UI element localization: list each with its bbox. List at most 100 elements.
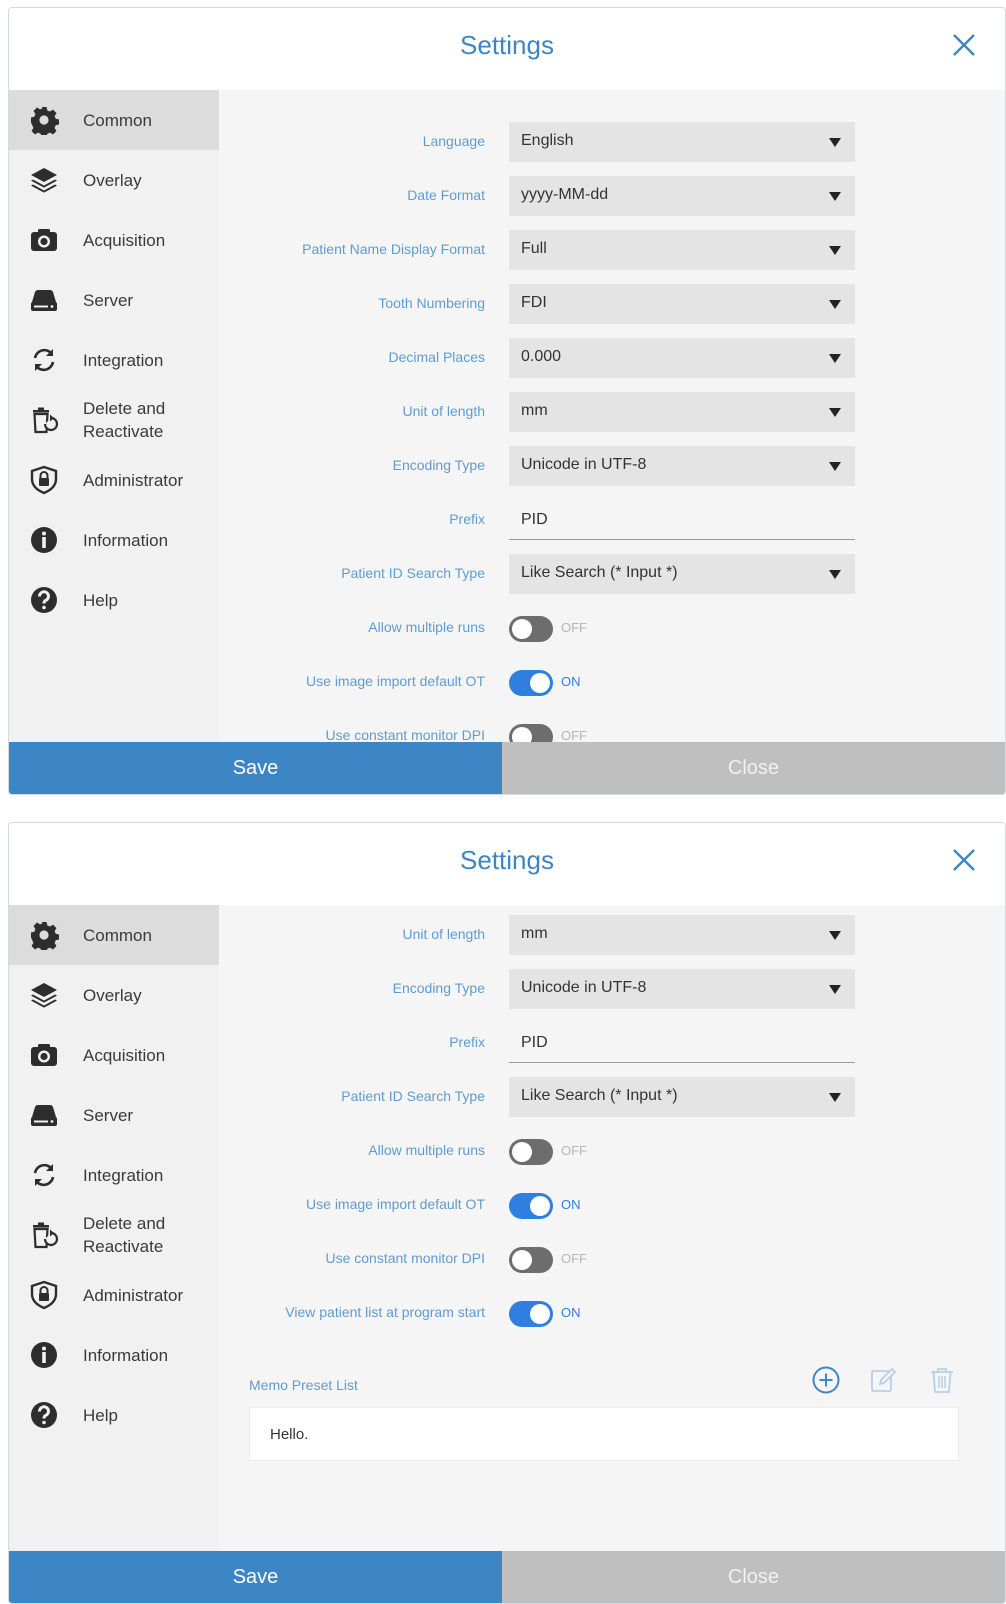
allow-multiple-runs-toggle[interactable]	[509, 616, 553, 642]
settings-content: Unit of length mm Encoding Type Unicode …	[219, 905, 1005, 1551]
add-circle-icon[interactable]	[811, 1365, 841, 1395]
patient-id-search-select[interactable]: Like Search (* Input *)	[509, 554, 855, 594]
prefix-input[interactable]: PID	[509, 1023, 855, 1063]
sidebar-item-label: Integration	[83, 1165, 164, 1185]
allow-multiple-runs-row: Allow multiple runs OFF	[219, 1131, 999, 1171]
save-button[interactable]: Save	[9, 742, 502, 794]
layers-icon	[31, 168, 57, 193]
image-import-default-toggle[interactable]	[509, 1193, 553, 1219]
encoding-type-row: Encoding Type Unicode in UTF-8	[219, 446, 999, 486]
constant-monitor-dpi-toggle[interactable]	[509, 1247, 553, 1273]
language-select[interactable]: English	[509, 122, 855, 162]
patient-name-format-row: Patient Name Display Format Full	[219, 230, 999, 270]
sidebar-item-common[interactable]: Common	[9, 90, 219, 150]
caret-down-icon	[829, 192, 841, 201]
decimal-places-row: Decimal Places 0.000	[219, 338, 999, 378]
prefix-row: Prefix PID	[219, 1023, 999, 1063]
camera-icon	[31, 1044, 57, 1066]
edit-icon[interactable]	[869, 1365, 899, 1395]
select-value: mm	[521, 925, 548, 942]
select-value: yyyy-MM-dd	[521, 186, 609, 203]
caret-down-icon	[829, 985, 841, 994]
sidebar-item-acquisition[interactable]: Acquisition	[9, 210, 219, 270]
language-row: Language English	[219, 122, 999, 162]
sidebar-item-overlay[interactable]: Overlay	[9, 965, 219, 1025]
date-format-label: Date Format	[407, 187, 485, 203]
sidebar-item-administrator[interactable]: Administrator	[9, 450, 219, 510]
close-button[interactable]: Close	[502, 742, 1005, 794]
help-icon	[31, 1402, 57, 1428]
patient-id-search-row: Patient ID Search Type Like Search (* In…	[219, 1077, 999, 1117]
toggle-knob	[512, 1142, 532, 1162]
toggle-knob	[530, 1304, 550, 1324]
select-value: FDI	[521, 294, 547, 311]
sidebar-item-help[interactable]: Help	[9, 1385, 219, 1445]
sync-icon	[33, 348, 55, 372]
toggle-state: ON	[561, 1197, 581, 1212]
constant-monitor-dpi-toggle[interactable]	[509, 724, 553, 742]
tooth-numbering-select[interactable]: FDI	[509, 284, 855, 324]
sidebar-item-common[interactable]: Common	[9, 905, 219, 965]
image-import-default-row: Use image import default OT ON	[219, 1185, 999, 1225]
constant-monitor-dpi-label: Use constant monitor DPI	[325, 1250, 485, 1266]
image-import-default-label: Use image import default OT	[306, 1196, 485, 1212]
sidebar-item-label: Acquisition	[83, 1045, 166, 1065]
sidebar: Common Overlay Acquisition Server Integr…	[9, 90, 219, 742]
patient-id-search-label: Patient ID Search Type	[341, 1088, 485, 1104]
toggle-state: ON	[561, 1305, 581, 1320]
memo-item[interactable]: Hello.	[270, 1426, 308, 1443]
date-format-select[interactable]: yyyy-MM-dd	[509, 176, 855, 216]
language-label: Language	[422, 133, 485, 149]
close-button[interactable]: Close	[502, 1551, 1005, 1603]
decimal-places-select[interactable]: 0.000	[509, 338, 855, 378]
close-icon[interactable]	[949, 30, 979, 60]
sidebar-item-label: Acquisition	[83, 230, 166, 250]
sidebar-item-information[interactable]: Information	[9, 1325, 219, 1385]
toggle-state: OFF	[561, 1143, 587, 1158]
sidebar-item-label: Information	[83, 1345, 169, 1365]
sidebar-item-label: Delete and Reactivate	[83, 1212, 165, 1258]
image-import-default-label: Use image import default OT	[306, 673, 485, 689]
select-value: 0.000	[521, 348, 562, 365]
unit-of-length-select[interactable]: mm	[509, 915, 855, 955]
sidebar-item-integration[interactable]: Integration	[9, 1145, 219, 1205]
prefix-input[interactable]: PID	[509, 500, 855, 540]
delete-icon[interactable]	[927, 1365, 957, 1395]
memo-preset-list: Hello.	[249, 1407, 959, 1461]
caret-down-icon	[829, 246, 841, 255]
sidebar-item-label: Integration	[83, 350, 164, 370]
toggle-knob	[530, 673, 550, 693]
close-icon[interactable]	[949, 845, 979, 875]
image-import-default-row: Use image import default OT ON	[219, 662, 999, 702]
sidebar-item-label: Common	[83, 110, 152, 130]
sidebar-item-delete-reactivate[interactable]: Delete and Reactivate	[9, 390, 219, 450]
sidebar-item-administrator[interactable]: Administrator	[9, 1265, 219, 1325]
constant-monitor-dpi-row: Use constant monitor DPI OFF	[219, 1239, 999, 1279]
sidebar-item-delete-reactivate[interactable]: Delete and Reactivate	[9, 1205, 219, 1265]
view-patient-list-toggle[interactable]	[509, 1301, 553, 1327]
encoding-type-select[interactable]: Unicode in UTF-8	[509, 446, 855, 486]
encoding-type-select[interactable]: Unicode in UTF-8	[509, 969, 855, 1009]
toggle-knob	[512, 1250, 532, 1270]
gear-icon	[31, 107, 59, 135]
allow-multiple-runs-toggle[interactable]	[509, 1139, 553, 1165]
sidebar-item-server[interactable]: Server	[9, 270, 219, 330]
save-button[interactable]: Save	[9, 1551, 502, 1603]
settings-content: Language English Date Format yyyy-MM-dd …	[219, 90, 1005, 742]
patient-id-search-select[interactable]: Like Search (* Input *)	[509, 1077, 855, 1117]
sidebar-item-help[interactable]: Help	[9, 570, 219, 630]
sidebar-item-server[interactable]: Server	[9, 1085, 219, 1145]
caret-down-icon	[829, 462, 841, 471]
sidebar-item-label: Server	[83, 290, 134, 310]
sidebar-item-overlay[interactable]: Overlay	[9, 150, 219, 210]
sidebar-item-integration[interactable]: Integration	[9, 330, 219, 390]
tooth-numbering-row: Tooth Numbering FDI	[219, 284, 999, 324]
sidebar-item-acquisition[interactable]: Acquisition	[9, 1025, 219, 1085]
image-import-default-toggle[interactable]	[509, 670, 553, 696]
select-value: mm	[521, 402, 548, 419]
unit-of-length-select[interactable]: mm	[509, 392, 855, 432]
settings-dialog: Settings Common Overlay Acquisition Serv…	[8, 822, 1006, 1604]
sidebar-item-information[interactable]: Information	[9, 510, 219, 570]
patient-name-format-select[interactable]: Full	[509, 230, 855, 270]
unit-of-length-label: Unit of length	[402, 926, 486, 942]
